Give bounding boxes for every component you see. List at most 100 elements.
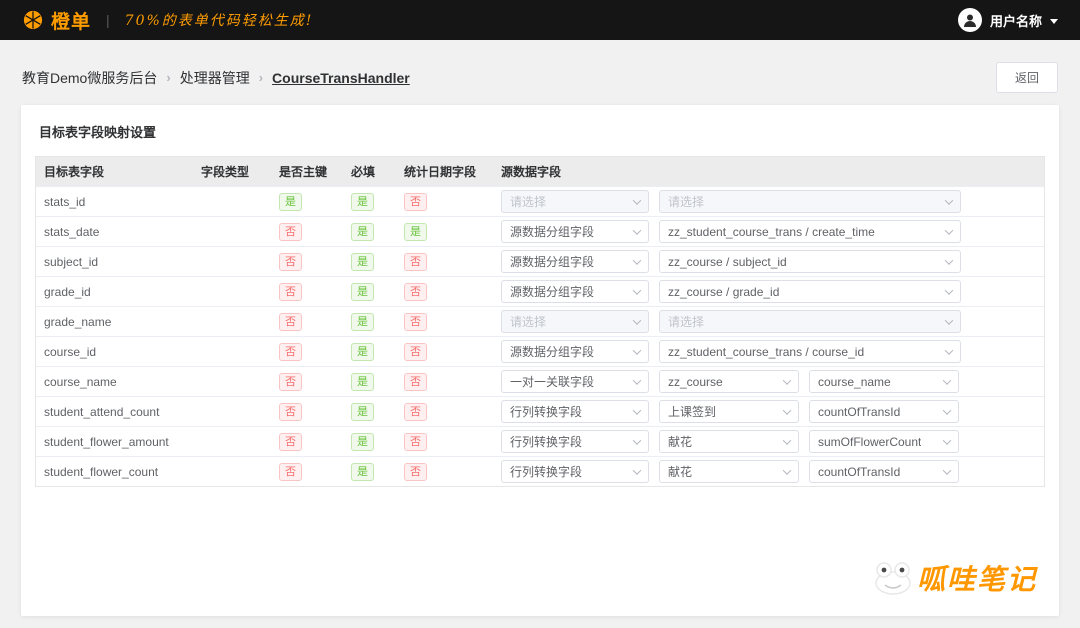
select-dropdown[interactable]: zz_course xyxy=(659,370,799,393)
primary-key-tag: 否 xyxy=(279,463,302,481)
select-dropdown: 请选择 xyxy=(659,310,961,333)
breadcrumb-separator: › xyxy=(259,70,263,85)
topbar: 橙单 | 70%的表单代码轻松生成! 用户名称 xyxy=(0,0,1080,40)
stat-date-tag: 否 xyxy=(404,373,427,391)
chevron-down-icon xyxy=(633,316,641,324)
table-row: student_flower_amount否是否行列转换字段献花sumOfFlo… xyxy=(36,426,1044,456)
select-dropdown[interactable]: sumOfFlowerCount xyxy=(809,430,959,453)
stat-date-tag-cell: 否 xyxy=(396,373,493,391)
source-field-selects: 行列转换字段 献花 countOfTransId xyxy=(493,460,1044,483)
required-tag-cell: 是 xyxy=(343,253,396,271)
column-header: 源数据字段 xyxy=(493,163,1044,180)
primary-key-tag: 否 xyxy=(279,403,302,421)
brand-logo[interactable]: 橙单 xyxy=(22,7,91,34)
table-row: course_name否是否一对一关联字段zz_coursecourse_nam… xyxy=(36,366,1044,396)
primary-key-tag-cell: 否 xyxy=(271,223,343,241)
select-dropdown[interactable]: 源数据分组字段 xyxy=(501,340,649,363)
source-field-selects: 源数据分组字段 zz_course / grade_id xyxy=(493,280,1044,303)
table-row: subject_id否是否源数据分组字段zz_course / subject_… xyxy=(36,246,1044,276)
required-tag: 是 xyxy=(351,193,374,211)
mapping-card: 目标表字段映射设置 目标表字段字段类型是否主键必填统计日期字段源数据字段 sta… xyxy=(21,105,1059,616)
select-value: 上课签到 xyxy=(668,403,716,420)
column-header: 是否主键 xyxy=(271,163,343,180)
select-dropdown[interactable]: 上课签到 xyxy=(659,400,799,423)
select-dropdown[interactable]: 源数据分组字段 xyxy=(501,220,649,243)
primary-key-tag: 否 xyxy=(279,253,302,271)
chevron-down-icon xyxy=(633,286,641,294)
select-value: countOfTransId xyxy=(818,405,900,419)
select-value: 请选择 xyxy=(668,313,704,330)
primary-key-tag-cell: 是 xyxy=(271,193,343,211)
select-dropdown[interactable]: countOfTransId xyxy=(809,400,959,423)
select-value: 请选择 xyxy=(668,193,704,210)
table-row: student_attend_count否是否行列转换字段上课签到countOf… xyxy=(36,396,1044,426)
chevron-down-icon xyxy=(633,346,641,354)
chevron-down-icon xyxy=(945,256,953,264)
column-header: 必填 xyxy=(343,163,396,180)
select-value: 一对一关联字段 xyxy=(510,373,594,390)
stat-date-tag: 否 xyxy=(404,433,427,451)
target-field-name: subject_id xyxy=(36,255,193,269)
select-dropdown[interactable]: zz_course / grade_id xyxy=(659,280,961,303)
stat-date-tag: 否 xyxy=(404,313,427,331)
required-tag-cell: 是 xyxy=(343,223,396,241)
select-value: 源数据分组字段 xyxy=(510,343,594,360)
target-field-name: grade_name xyxy=(36,315,193,329)
primary-key-tag-cell: 否 xyxy=(271,283,343,301)
select-dropdown[interactable]: 源数据分组字段 xyxy=(501,250,649,273)
required-tag-cell: 是 xyxy=(343,313,396,331)
required-tag-cell: 是 xyxy=(343,433,396,451)
select-dropdown[interactable]: 行列转换字段 xyxy=(501,400,649,423)
source-field-selects: 源数据分组字段 zz_course / subject_id xyxy=(493,250,1044,273)
source-field-selects: 行列转换字段献花 sumOfFlowerCount xyxy=(493,430,1044,453)
stat-date-tag: 否 xyxy=(404,253,427,271)
stat-date-tag-cell: 否 xyxy=(396,343,493,361)
back-button[interactable]: 返回 xyxy=(996,62,1058,93)
target-field-name: grade_id xyxy=(36,285,193,299)
table-header-row: 目标表字段字段类型是否主键必填统计日期字段源数据字段 xyxy=(36,157,1044,186)
stat-date-tag: 否 xyxy=(404,283,427,301)
stat-date-tag-cell: 否 xyxy=(396,313,493,331)
primary-key-tag-cell: 否 xyxy=(271,313,343,331)
select-dropdown[interactable]: zz_student_course_trans / create_time xyxy=(659,220,961,243)
target-field-name: student_attend_count xyxy=(36,405,193,419)
select-value: zz_student_course_trans / create_time xyxy=(668,225,875,239)
required-tag: 是 xyxy=(351,313,374,331)
select-dropdown[interactable]: 行列转换字段 xyxy=(501,460,649,483)
select-dropdown[interactable]: zz_student_course_trans / course_id xyxy=(659,340,961,363)
breadcrumb-item[interactable]: CourseTransHandler xyxy=(272,70,410,86)
required-tag: 是 xyxy=(351,343,374,361)
required-tag-cell: 是 xyxy=(343,403,396,421)
user-menu[interactable]: 用户名称 xyxy=(958,8,1058,32)
card-title: 目标表字段映射设置 xyxy=(39,122,1041,141)
select-dropdown[interactable]: 行列转换字段 xyxy=(501,430,649,453)
select-dropdown[interactable]: 献花 xyxy=(659,430,799,453)
primary-key-tag-cell: 否 xyxy=(271,463,343,481)
primary-key-tag: 否 xyxy=(279,373,302,391)
select-dropdown[interactable]: 一对一关联字段 xyxy=(501,370,649,393)
chevron-down-icon xyxy=(943,406,951,414)
table-row: grade_id否是否源数据分组字段zz_course / grade_id xyxy=(36,276,1044,306)
source-field-selects: 请选择请选择 xyxy=(493,310,1044,333)
chevron-down-icon xyxy=(943,466,951,474)
primary-key-tag: 否 xyxy=(279,313,302,331)
primary-key-tag: 否 xyxy=(279,223,302,241)
select-value: 源数据分组字段 xyxy=(510,223,594,240)
breadcrumb-item[interactable]: 处理器管理 xyxy=(180,68,250,88)
required-tag: 是 xyxy=(351,403,374,421)
select-dropdown[interactable]: zz_course / subject_id xyxy=(659,250,961,273)
select-dropdown[interactable]: countOfTransId xyxy=(809,460,959,483)
username-label: 用户名称 xyxy=(990,11,1042,30)
select-value: 行列转换字段 xyxy=(510,463,582,480)
select-dropdown[interactable]: course_name xyxy=(809,370,959,393)
select-value: 源数据分组字段 xyxy=(510,283,594,300)
target-field-name: student_flower_amount xyxy=(36,435,193,449)
select-value: zz_student_course_trans / course_id xyxy=(668,345,864,359)
avatar xyxy=(958,8,982,32)
breadcrumb-separator: › xyxy=(166,70,170,85)
breadcrumb-item[interactable]: 教育Demo微服务后台 xyxy=(22,68,157,88)
primary-key-tag: 是 xyxy=(279,193,302,211)
select-dropdown[interactable]: 源数据分组字段 xyxy=(501,280,649,303)
select-dropdown[interactable]: 献花 xyxy=(659,460,799,483)
stat-date-tag-cell: 否 xyxy=(396,433,493,451)
